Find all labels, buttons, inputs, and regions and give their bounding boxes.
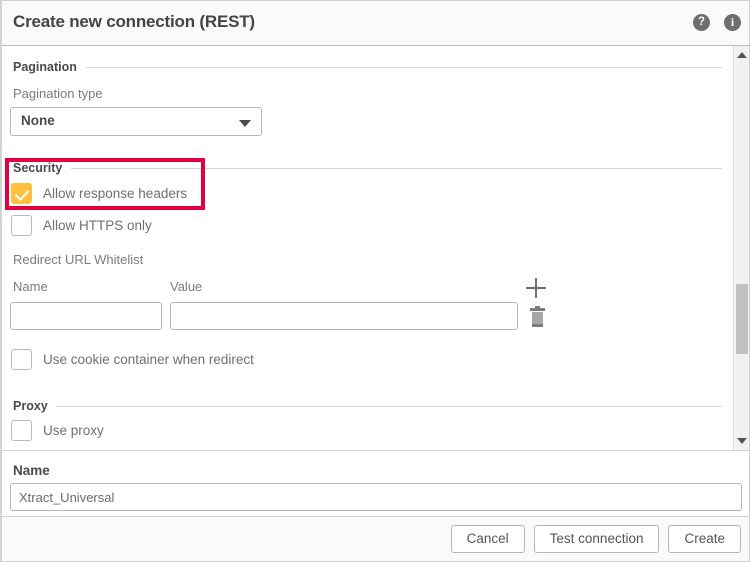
- titlebar-icon-group: ? i: [693, 14, 741, 31]
- pagination-type-value: None: [21, 113, 55, 128]
- scrollbar-thumb[interactable]: [736, 284, 748, 354]
- allow-response-headers-checkbox[interactable]: [11, 183, 32, 204]
- redirect-url-whitelist-label: Redirect URL Whitelist: [13, 252, 144, 267]
- section-label-proxy: Proxy: [13, 399, 48, 413]
- pagination-type-select[interactable]: None: [10, 107, 262, 136]
- section-divider-proxy: [56, 405, 722, 407]
- use-proxy-checkbox[interactable]: [11, 420, 32, 441]
- use-cookie-container-label: Use cookie container when redirect: [43, 352, 254, 367]
- caret-down-icon[interactable]: [737, 438, 747, 444]
- use-cookie-container-checkbox[interactable]: [11, 349, 32, 370]
- caret-up-icon[interactable]: [737, 52, 747, 58]
- section-divider-security: [71, 167, 722, 169]
- use-cookie-container-row[interactable]: Use cookie container when redirect: [11, 349, 254, 370]
- section-header-proxy: Proxy: [13, 399, 722, 413]
- section-label-pagination: Pagination: [13, 60, 77, 74]
- add-whitelist-row-button[interactable]: [526, 278, 546, 298]
- test-connection-button[interactable]: Test connection: [533, 525, 660, 553]
- allow-response-headers-label: Allow response headers: [43, 186, 188, 201]
- connection-name-panel: Name: [2, 450, 749, 518]
- whitelist-name-input[interactable]: [10, 302, 162, 330]
- info-circle-icon[interactable]: i: [724, 14, 741, 31]
- dialog-titlebar: Create new connection (REST) ? i: [2, 1, 749, 46]
- cancel-button[interactable]: Cancel: [450, 525, 525, 553]
- whitelist-value-input[interactable]: [170, 302, 518, 330]
- allow-https-only-row[interactable]: Allow HTTPS only: [11, 215, 152, 236]
- allow-https-only-checkbox[interactable]: [11, 215, 32, 236]
- footer-button-group: Cancel Test connection Create: [450, 525, 741, 553]
- help-circle-icon[interactable]: ?: [693, 14, 710, 31]
- chevron-down-icon: [239, 120, 251, 127]
- vertical-scrollbar[interactable]: [733, 46, 749, 450]
- section-divider-pagination: [85, 66, 722, 68]
- section-header-pagination: Pagination: [13, 60, 722, 74]
- connection-name-input[interactable]: [10, 483, 742, 511]
- use-proxy-label: Use proxy: [43, 423, 104, 438]
- pagination-type-label: Pagination type: [13, 86, 103, 101]
- connection-name-label: Name: [13, 463, 50, 478]
- whitelist-column-header-value: Value: [170, 279, 203, 294]
- create-button[interactable]: Create: [668, 525, 741, 553]
- allow-https-only-label: Allow HTTPS only: [43, 218, 152, 233]
- section-label-security: Security: [13, 161, 63, 175]
- trash-base: [532, 324, 543, 327]
- dialog-footer: Cancel Test connection Create: [2, 516, 749, 561]
- delete-whitelist-row-button[interactable]: [530, 306, 545, 327]
- section-header-security: Security: [13, 161, 722, 175]
- use-proxy-row[interactable]: Use proxy: [11, 420, 104, 441]
- trash-body: [532, 311, 543, 325]
- dialog-body-scroll-area[interactable]: Pagination Pagination type None Security…: [2, 46, 749, 450]
- create-connection-dialog: Create new connection (REST) ? i Paginat…: [0, 0, 750, 562]
- trash-lid: [530, 308, 545, 311]
- dialog-title: Create new connection (REST): [13, 12, 255, 31]
- whitelist-column-header-name: Name: [13, 279, 48, 294]
- allow-response-headers-row[interactable]: Allow response headers: [11, 183, 187, 204]
